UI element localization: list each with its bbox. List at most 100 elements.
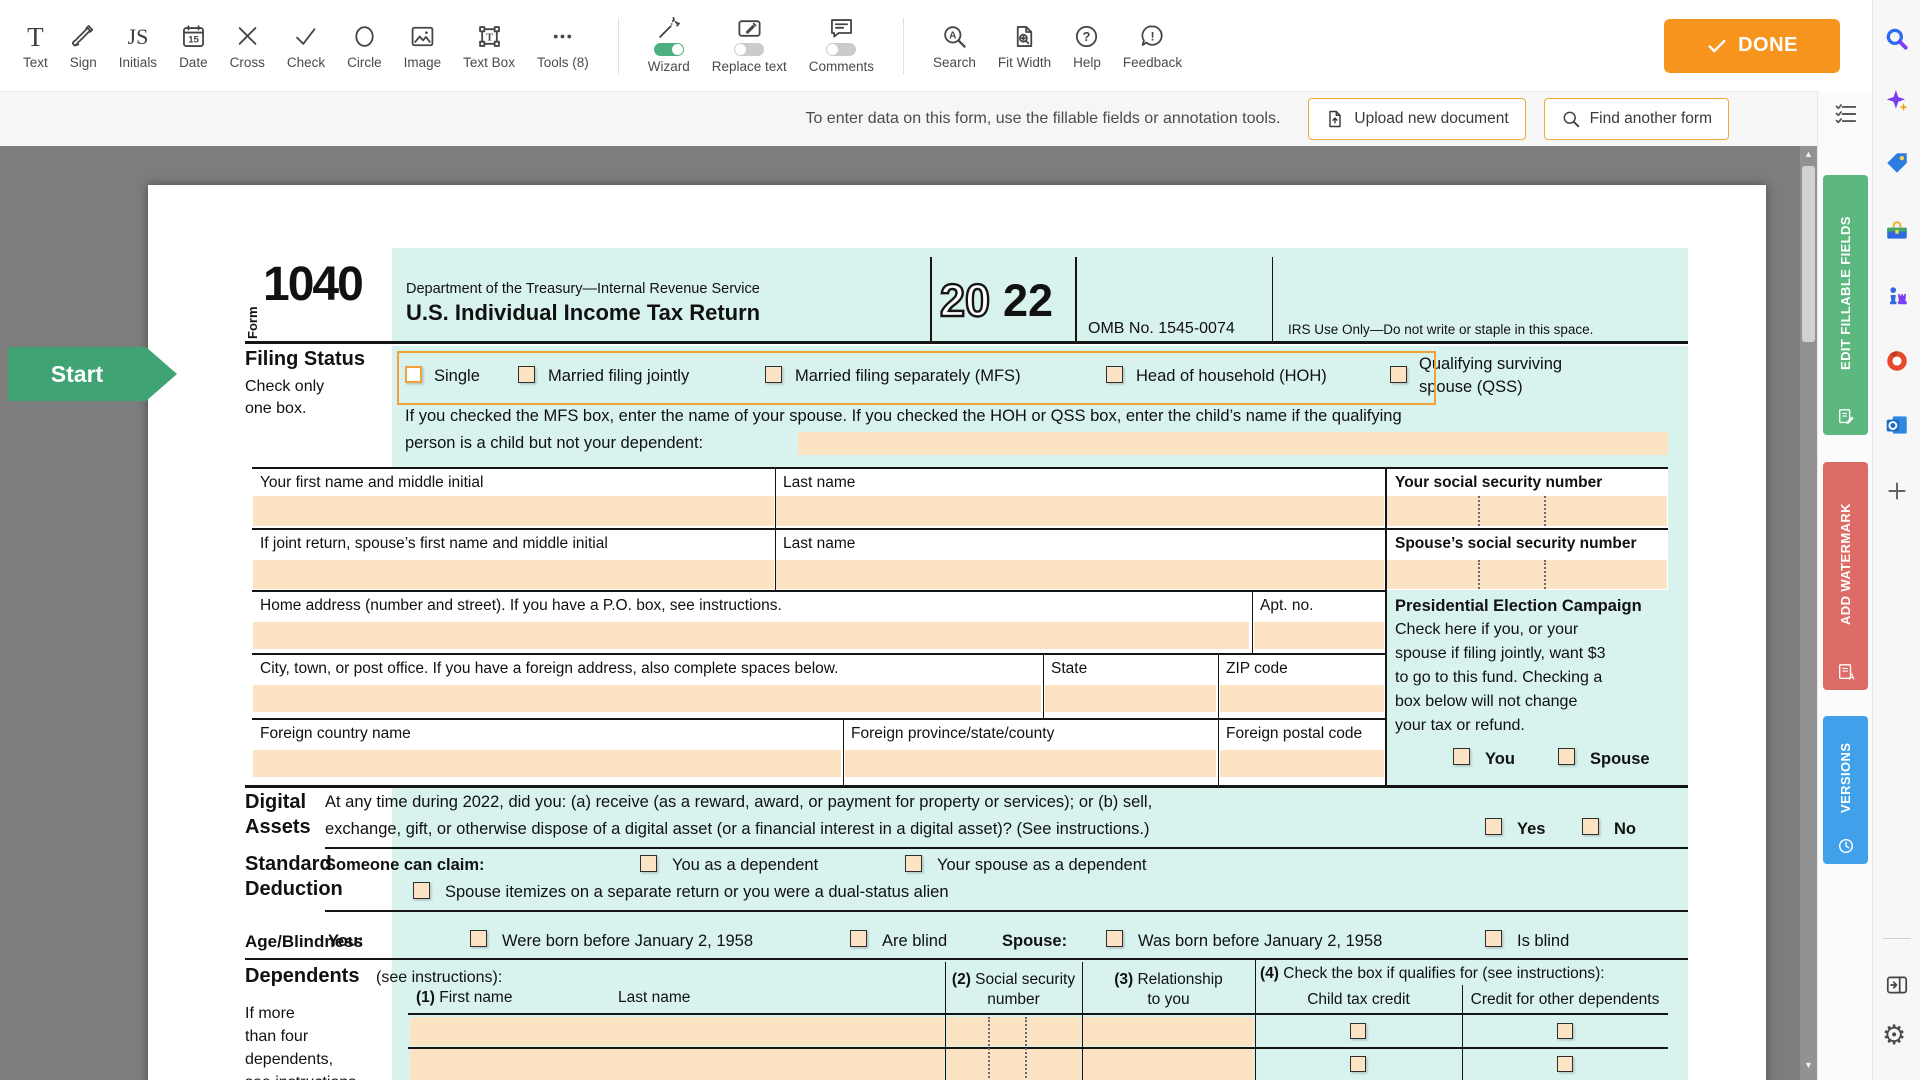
cross-icon [234, 21, 261, 50]
tool-textbox[interactable]: T Text Box [452, 6, 526, 86]
input-last-name[interactable] [776, 496, 1384, 526]
feedback-button[interactable]: ! Feedback [1112, 6, 1193, 86]
input-dependent1-relationship[interactable] [1083, 1017, 1254, 1046]
input-dependent2-name[interactable] [410, 1049, 944, 1080]
input-home-address[interactable] [253, 622, 1249, 649]
collapse-panel-icon[interactable] [1884, 972, 1910, 998]
input-spouse-first-name[interactable] [253, 560, 774, 589]
copilot-sparkle-icon[interactable] [1884, 88, 1910, 114]
text-icon: T [27, 21, 44, 50]
replace-text-toggle[interactable]: Replace text [701, 6, 798, 86]
tab-add-watermark[interactable]: ADD WATERMARK A [1823, 462, 1868, 690]
toolbox-icon[interactable] [1884, 218, 1910, 244]
input-qualifying-child-name[interactable] [798, 432, 1668, 455]
help-icon: ? [1073, 21, 1100, 50]
toolbar-separator [903, 18, 904, 74]
textbox-icon: T [476, 21, 503, 50]
checkbox-dependent2-child-tax-credit[interactable] [1350, 1056, 1366, 1072]
checkbox-digital-yes[interactable] [1485, 818, 1502, 835]
input-zip[interactable] [1220, 685, 1384, 712]
feedback-icon: ! [1139, 21, 1166, 50]
right-sidebar: EDIT FILLABLE FIELDS ADD WATERMARK A VER… [1817, 91, 1872, 1080]
mfs-note-line2: person is a child but not your dependent… [405, 434, 703, 453]
input-foreign-province[interactable] [845, 750, 1216, 777]
input-spouse-last-name[interactable] [776, 560, 1384, 589]
settings-gear-icon[interactable]: ⚙ [1882, 1022, 1906, 1049]
document-scrollbar[interactable]: ▲ ▼ [1800, 146, 1817, 1080]
tool-circle[interactable]: Circle [336, 6, 393, 86]
versions-clock-icon [1837, 837, 1855, 855]
rail-divider [1883, 938, 1911, 939]
tool-date[interactable]: 15 Date [168, 6, 219, 86]
checkbox-spouse-blind[interactable] [1485, 930, 1502, 947]
checkbox-digital-no[interactable] [1582, 818, 1599, 835]
find-another-form-button[interactable]: Find another form [1544, 98, 1729, 140]
start-arrow-button[interactable]: Start [8, 347, 146, 401]
tool-text[interactable]: T Text [12, 6, 59, 86]
office-icon[interactable] [1884, 348, 1910, 374]
checkbox-campaign-spouse[interactable] [1558, 748, 1575, 765]
calendar-icon: 15 [180, 21, 207, 50]
input-dependent2-relationship[interactable] [1083, 1049, 1254, 1080]
wizard-toggle-pill[interactable] [654, 43, 684, 56]
input-apt-no[interactable] [1254, 622, 1384, 649]
filing-status-label: Filing Status [245, 348, 365, 371]
checkbox-you-born-before-1958[interactable] [470, 930, 487, 947]
help-button[interactable]: ? Help [1062, 6, 1112, 86]
shopping-tag-icon[interactable] [1884, 150, 1910, 176]
circle-icon [351, 21, 378, 50]
svg-text:!: ! [1150, 29, 1154, 43]
scrollbar-thumb[interactable] [1802, 166, 1815, 342]
fit-width-button[interactable]: Fit Width [987, 6, 1062, 86]
main-toolbar: T Text Sign JS Initials 15 Date Cross Ch… [0, 0, 1872, 91]
input-dependent1-ssn[interactable] [946, 1017, 1081, 1046]
games-chess-icon[interactable] [1884, 282, 1910, 308]
input-dependent2-ssn[interactable] [946, 1049, 1081, 1080]
tool-check[interactable]: Check [276, 6, 336, 86]
tab-edit-fillable-fields[interactable]: EDIT FILLABLE FIELDS [1823, 175, 1868, 435]
magic-wand-icon [655, 18, 682, 42]
wizard-toggle[interactable]: Wizard [637, 6, 701, 86]
checkbox-you-as-dependent[interactable] [640, 855, 657, 872]
checkbox-spouse-born-before-1958[interactable] [1106, 930, 1123, 947]
input-first-name[interactable] [253, 496, 774, 526]
checkbox-dependent1-child-tax-credit[interactable] [1350, 1023, 1366, 1039]
tool-tools-more[interactable]: Tools (8) [526, 6, 600, 86]
comments-toggle[interactable]: Comments [798, 6, 885, 86]
input-city[interactable] [253, 685, 1041, 712]
fit-width-icon [1011, 21, 1038, 50]
comments-toggle-pill[interactable] [826, 43, 856, 56]
add-extension-plus-icon[interactable] [1884, 478, 1910, 504]
done-button[interactable]: DONE [1664, 19, 1840, 73]
scroll-up-arrow[interactable]: ▲ [1800, 149, 1817, 159]
edit-fields-icon [1837, 408, 1855, 426]
search-button[interactable]: A Search [922, 6, 987, 86]
form-word: Form [245, 287, 260, 339]
search-icon: A [941, 21, 968, 50]
info-message: To enter data on this form, use the fill… [805, 110, 1280, 128]
tool-initials[interactable]: JS Initials [108, 6, 168, 86]
input-foreign-country[interactable] [253, 750, 841, 777]
year-prefix: 20 [940, 275, 990, 327]
checkbox-dependent2-other-credit[interactable] [1557, 1056, 1573, 1072]
tool-sign[interactable]: Sign [59, 6, 108, 86]
tool-image[interactable]: Image [393, 6, 453, 86]
scroll-down-arrow[interactable]: ▼ [1800, 1060, 1817, 1070]
input-dependent1-name[interactable] [410, 1017, 944, 1046]
outlook-icon[interactable] [1884, 412, 1910, 438]
checkbox-you-blind[interactable] [850, 930, 867, 947]
checkbox-dependent1-other-credit[interactable] [1557, 1023, 1573, 1039]
tool-cross[interactable]: Cross [219, 6, 276, 86]
input-your-ssn[interactable] [1386, 496, 1667, 526]
checkbox-spouse-as-dependent[interactable] [905, 855, 922, 872]
upload-new-document-button[interactable]: Upload new document [1308, 98, 1525, 140]
input-foreign-postal[interactable] [1220, 750, 1384, 777]
web-search-icon[interactable] [1884, 26, 1910, 52]
checklist-icon[interactable] [1833, 101, 1859, 127]
input-spouse-ssn[interactable] [1386, 560, 1667, 589]
checkbox-campaign-you[interactable] [1453, 748, 1470, 765]
replace-text-toggle-pill[interactable] [734, 43, 764, 56]
tab-versions[interactable]: VERSIONS [1823, 716, 1868, 864]
input-state[interactable] [1045, 685, 1216, 712]
checkbox-spouse-itemizes[interactable] [413, 882, 430, 899]
